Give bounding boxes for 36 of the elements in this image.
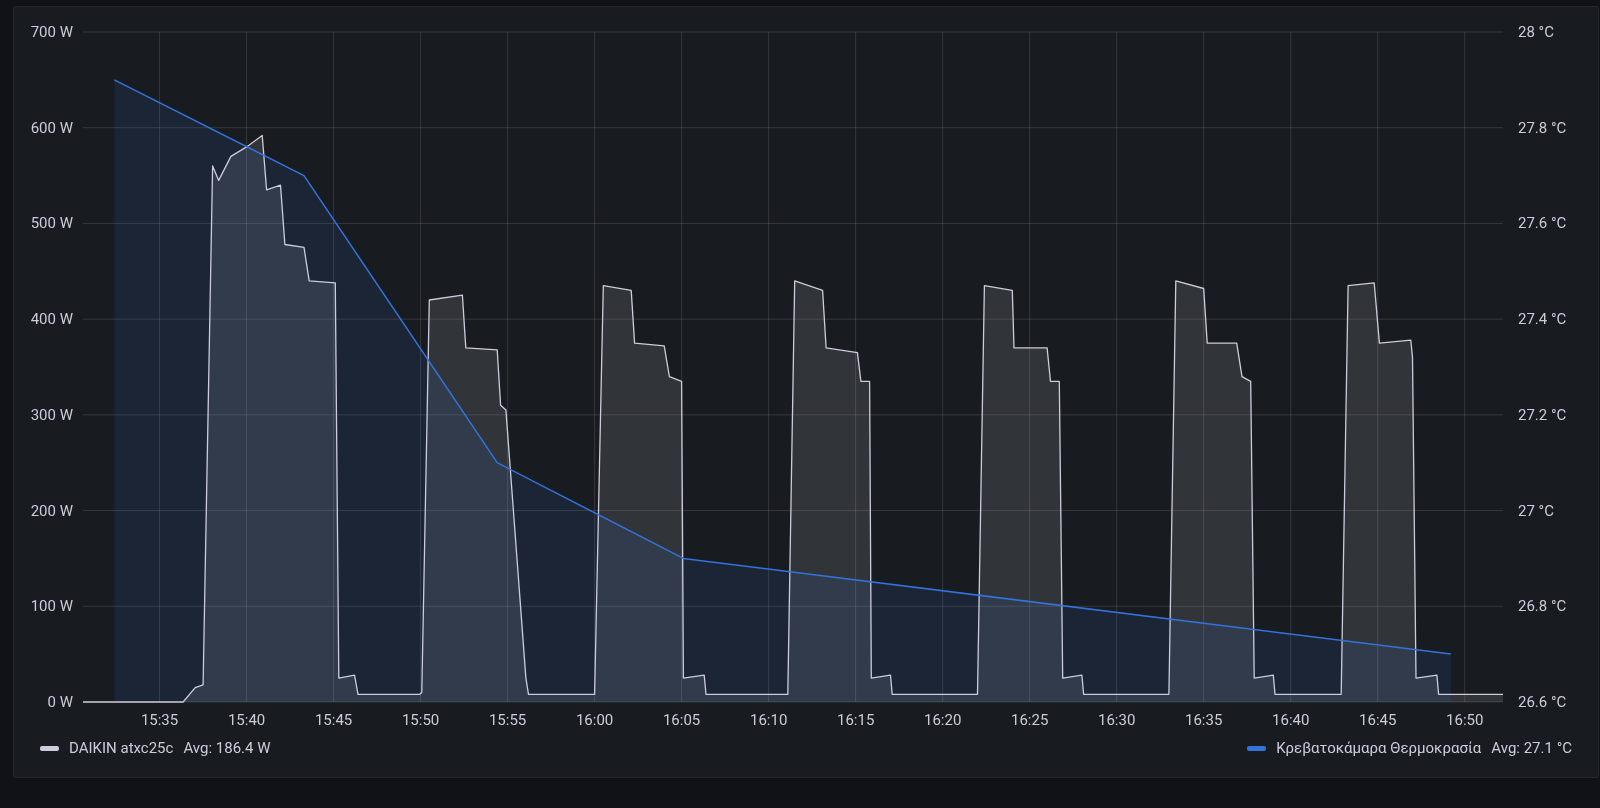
- axis-tick-label: 28 °C: [1518, 23, 1554, 41]
- axis-tick-label: 26.8 °C: [1518, 597, 1567, 616]
- axis-tick-label: 16:25: [1011, 711, 1049, 729]
- axis-tick-label: 16:05: [662, 711, 701, 729]
- axis-tick-label: 600 W: [30, 118, 73, 137]
- axis-tick-label: 16:50: [1446, 711, 1484, 729]
- axis-tick-label: 15:50: [401, 711, 440, 729]
- axis-tick-label: 16:45: [1359, 711, 1397, 729]
- axis-tick-label: 16:00: [575, 711, 614, 729]
- legend-value: Avg: 186.4 W: [183, 737, 271, 759]
- axis-tick-label: 27 °C: [1518, 501, 1554, 520]
- legend-label[interactable]: Κρεβατοκάμαρα Θερμοκρασία: [1276, 736, 1482, 760]
- axis-tick-label: 15:45: [314, 711, 353, 729]
- axis-tick-label: 200 W: [30, 501, 73, 520]
- axis-tick-label: 700 W: [30, 23, 73, 41]
- axis-tick-label: 400 W: [30, 310, 73, 329]
- axis-tick-label: 16:35: [1185, 711, 1223, 729]
- axis-tick-label: 26.6 °C: [1518, 693, 1567, 711]
- axis-tick-label: 16:10: [749, 711, 788, 729]
- axis-tick-label: 27.8 °C: [1518, 118, 1567, 137]
- axis-tick-label: 15:40: [227, 711, 266, 729]
- axis-tick-label: 15:55: [488, 711, 527, 729]
- axis-tick-label: 16:30: [1098, 711, 1136, 729]
- axis-tick-label: 16:40: [1272, 711, 1310, 729]
- axis-tick-label: 16:15: [836, 711, 875, 729]
- axis-tick-label: 15:35: [140, 711, 179, 729]
- axis-tick-label: 500 W: [30, 214, 73, 233]
- axis-tick-label: 0 W: [47, 693, 73, 711]
- axis-tick-label: 16:20: [924, 711, 962, 729]
- axis-tick-label: 27.2 °C: [1518, 405, 1567, 424]
- axis-tick-label: 27.4 °C: [1518, 310, 1567, 329]
- axis-tick-label: 300 W: [30, 405, 73, 424]
- legend-label[interactable]: DAIKIN atxc25c: [69, 736, 174, 760]
- axis-tick-label: 27.6 °C: [1518, 214, 1567, 233]
- legend-value: Avg: 27.1 °C: [1491, 737, 1572, 759]
- axis-tick-label: 100 W: [30, 597, 73, 616]
